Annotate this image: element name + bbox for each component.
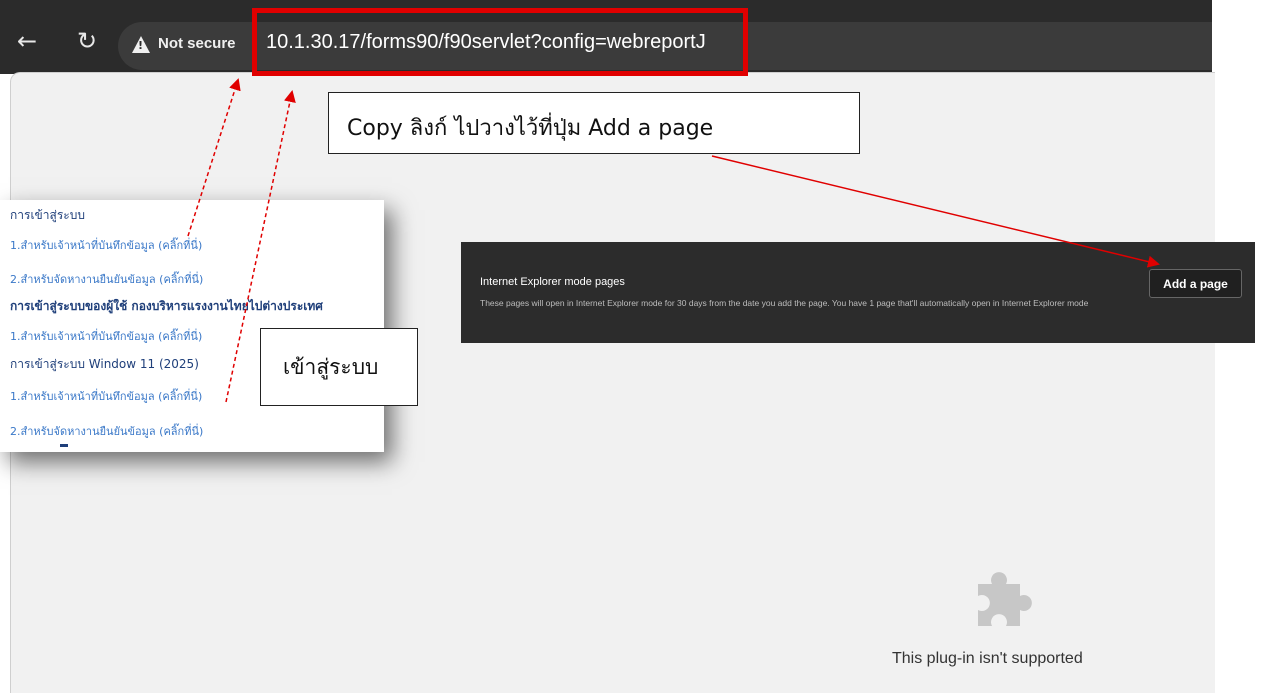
arrow-link-to-url-1	[187, 78, 241, 237]
arrow-copy-to-add-button	[711, 155, 1160, 268]
annotation-arrows	[187, 78, 1160, 403]
arrow-link-to-url-2	[225, 90, 296, 403]
